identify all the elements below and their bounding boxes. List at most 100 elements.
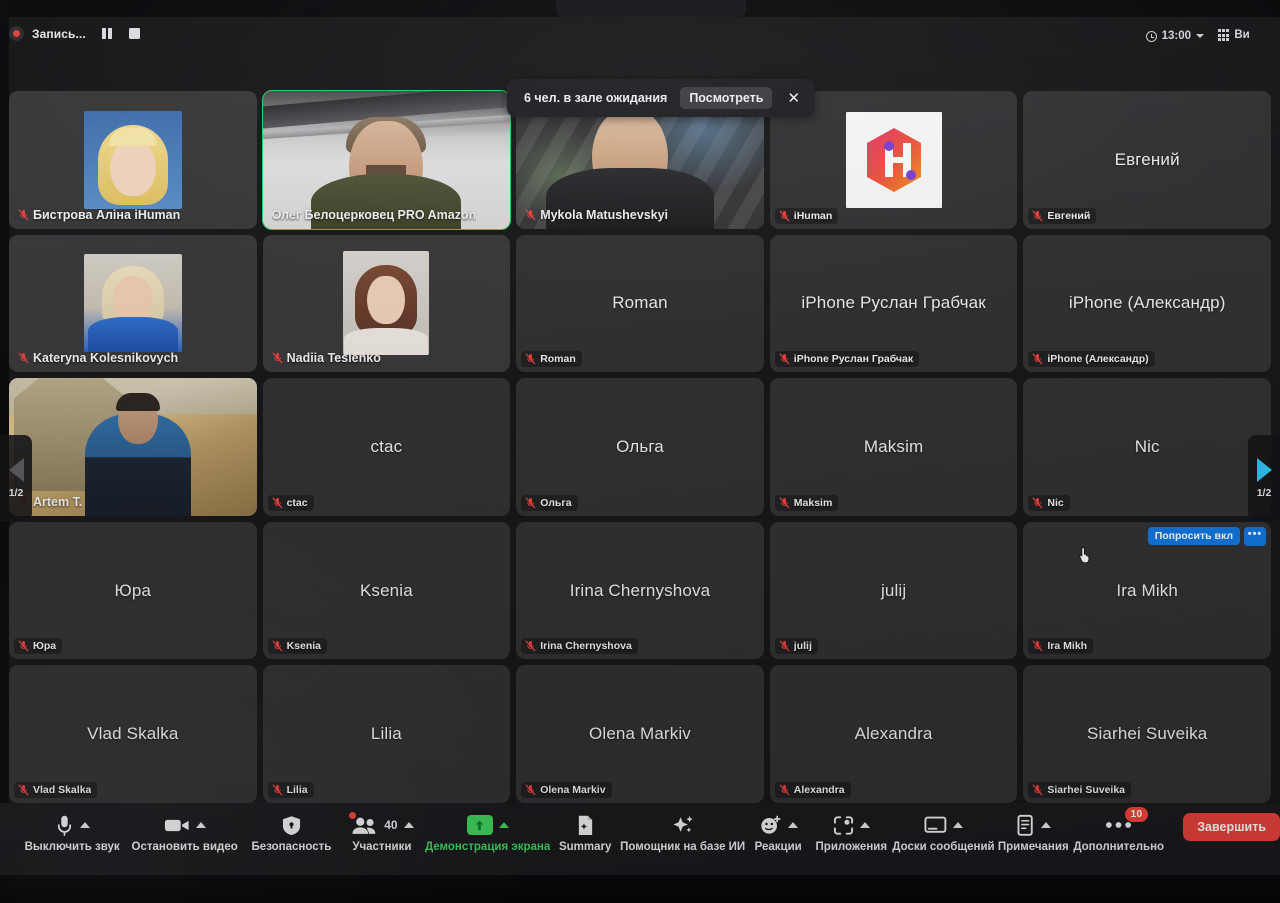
monitor-photo: Запись... 13:00 Ви 6 чел. в зале ожидани…	[0, 0, 1280, 903]
name-badge: Mykola Matushevskyi	[521, 206, 674, 224]
participant-tile[interactable]: Kateryna Kolesnikovych	[9, 234, 257, 373]
name-badge: Ksenia	[267, 638, 328, 655]
participant-tile[interactable]: Ольга Ольга	[516, 378, 764, 516]
participant-tile[interactable]: Siarhei Suveika Siarhei Suveika	[1023, 665, 1271, 803]
participant-display-name: julij	[880, 580, 907, 600]
whiteboards-button[interactable]: Доски сообщений	[892, 811, 995, 854]
ai-companion-label: Помощник на базе ИИ	[620, 841, 746, 853]
chevron-up-icon[interactable]	[1040, 822, 1051, 828]
name-badge: Alexandra	[774, 782, 851, 798]
chevron-up-icon[interactable]	[859, 822, 870, 828]
name-badge: Nadiia Teslenko	[268, 349, 387, 367]
chevron-up-icon[interactable]	[952, 822, 963, 828]
participant-tile[interactable]: Nadiia Teslenko	[262, 234, 511, 373]
participant-display-name: Ksenia	[359, 580, 413, 600]
participant-name: Kateryna Kolesnikovych	[33, 351, 179, 366]
view-label: Ви	[1234, 29, 1250, 41]
participant-name: iPhone (Александр)	[1047, 353, 1149, 366]
close-icon[interactable]: ✕	[785, 91, 802, 106]
microphone-icon	[55, 812, 74, 838]
view-switcher[interactable]: Ви	[1218, 29, 1280, 41]
microphone-muted-icon	[1032, 497, 1043, 509]
share-screen-icon	[466, 815, 493, 835]
participant-tile[interactable]: iPhone (Александр) iPhone (Александр)	[1023, 234, 1271, 373]
stop-icon[interactable]	[128, 27, 142, 41]
reactions-button[interactable]: Реакции	[755, 811, 802, 854]
chevron-down-icon[interactable]	[1196, 34, 1204, 38]
pause-icon[interactable]	[100, 27, 114, 41]
participant-tile-active-speaker[interactable]: Олег Белоцерковец PRO Amazon	[261, 90, 512, 230]
participant-tile[interactable]: Maksim Maksim	[769, 378, 1018, 516]
participant-name: iHuman	[793, 209, 833, 222]
name-badge: Ольга	[521, 494, 578, 511]
monitor-notch	[556, 0, 746, 17]
share-screen-button[interactable]: Демонстрация экрана	[425, 811, 550, 854]
participant-tile[interactable]: Olena Markiv Olena Markiv	[516, 665, 764, 803]
participant-tile[interactable]: Alexandra Alexandra	[769, 665, 1018, 803]
participant-tile[interactable]: Евгений Евгений	[1023, 91, 1271, 229]
chevron-up-icon[interactable]	[79, 822, 90, 828]
name-badge: Siarhei Suveika	[1028, 782, 1132, 798]
participant-tile[interactable]: Vlad Skalka Vlad Skalka	[9, 665, 257, 803]
participant-name: iPhone Руслан Грабчак	[793, 353, 914, 366]
ask-to-unmute-button[interactable]: Попросить вкл	[1147, 527, 1240, 546]
name-badge: iPhone Руслан Грабчак	[774, 351, 920, 368]
more-options-button[interactable]: 10 Дополнительно	[1073, 807, 1164, 854]
name-badge: Евгений	[1028, 207, 1097, 224]
ai-sparkle-icon	[670, 812, 695, 838]
participant-tile[interactable]: Lilia Lilia	[262, 665, 511, 803]
participant-tile[interactable]: Бистрова Аліна iHuman	[9, 91, 257, 229]
gallery-next-page-button[interactable]: 1/2	[1248, 435, 1280, 521]
microphone-muted-icon	[525, 353, 536, 365]
meeting-toolbar: Выключить звук Остановить видео Безопасн…	[0, 803, 1280, 875]
microphone-muted-icon	[271, 784, 283, 796]
participant-tile[interactable]: iPhone Руслан Грабчак iPhone Руслан Граб…	[769, 234, 1018, 373]
waiting-room-view-button[interactable]: Посмотреть	[680, 87, 773, 109]
ellipsis-icon[interactable]: •••	[1244, 526, 1266, 546]
mute-label: Выключить звук	[24, 841, 120, 853]
ihuman-logo-icon	[845, 111, 942, 208]
chevron-up-icon[interactable]	[403, 822, 414, 828]
waiting-room-banner: 6 чел. в зале ожидания Посмотреть ✕	[507, 79, 816, 117]
whiteboard-icon	[924, 812, 947, 838]
participant-tile[interactable]: Ksenia Ksenia	[262, 521, 511, 660]
name-badge: Vlad Skalka	[14, 782, 98, 798]
participant-tile[interactable]: Nic Nic	[1023, 378, 1271, 516]
apps-button[interactable]: Приложения	[816, 811, 887, 854]
end-meeting-button[interactable]: Завершить	[1183, 813, 1280, 841]
participant-tile-hovered[interactable]: Попросить вкл ••• Ira Mikh Ira Mikh	[1023, 521, 1271, 660]
chevron-up-icon[interactable]	[498, 822, 509, 828]
chevron-up-icon[interactable]	[195, 822, 206, 828]
participant-display-name: Ira Mikh	[1116, 580, 1179, 600]
recording-indicator-group: Запись...	[9, 26, 142, 41]
clock-icon	[1145, 30, 1157, 42]
participant-display-name: Lilia	[370, 724, 402, 744]
participant-tile[interactable]: Irina Chernyshova Irina Chernyshova	[516, 521, 764, 660]
ai-companion-button[interactable]: Помощник на базе ИИ	[620, 811, 745, 854]
meeting-timer[interactable]: 13:00	[1145, 30, 1204, 42]
microphone-muted-icon	[779, 209, 790, 222]
participant-display-name: Maksim	[863, 436, 924, 456]
participant-tile[interactable]: Roman Roman	[516, 234, 764, 373]
gallery-previous-page-button[interactable]: 1/2	[0, 435, 32, 521]
chevron-up-icon[interactable]	[787, 822, 798, 828]
notes-button[interactable]: Примечания	[998, 811, 1069, 854]
participant-name: Евгений	[1047, 209, 1091, 222]
microphone-muted-icon	[18, 784, 29, 796]
microphone-muted-icon	[271, 640, 283, 652]
record-dot-icon	[9, 26, 24, 41]
participant-tile[interactable]: Artem T.	[9, 378, 257, 516]
participant-display-name: Irina Chernyshova	[569, 580, 711, 600]
summary-button[interactable]: Summary	[559, 811, 611, 854]
participant-tile[interactable]: julij julij	[769, 521, 1018, 660]
participant-tile[interactable]: Юра Юра	[9, 521, 257, 660]
page-indicator-left: 1/2	[8, 486, 24, 499]
participant-tile[interactable]: ctac ctac	[262, 378, 511, 516]
security-button[interactable]: Безопасность	[252, 811, 331, 854]
stop-video-button[interactable]: Остановить видео	[132, 811, 238, 854]
name-badge: Roman	[521, 351, 582, 368]
participant-display-name: Ольга	[616, 436, 664, 456]
mute-button[interactable]: Выключить звук	[25, 811, 120, 854]
avatar	[83, 110, 182, 209]
participants-button[interactable]: 40 Участники	[349, 811, 414, 854]
